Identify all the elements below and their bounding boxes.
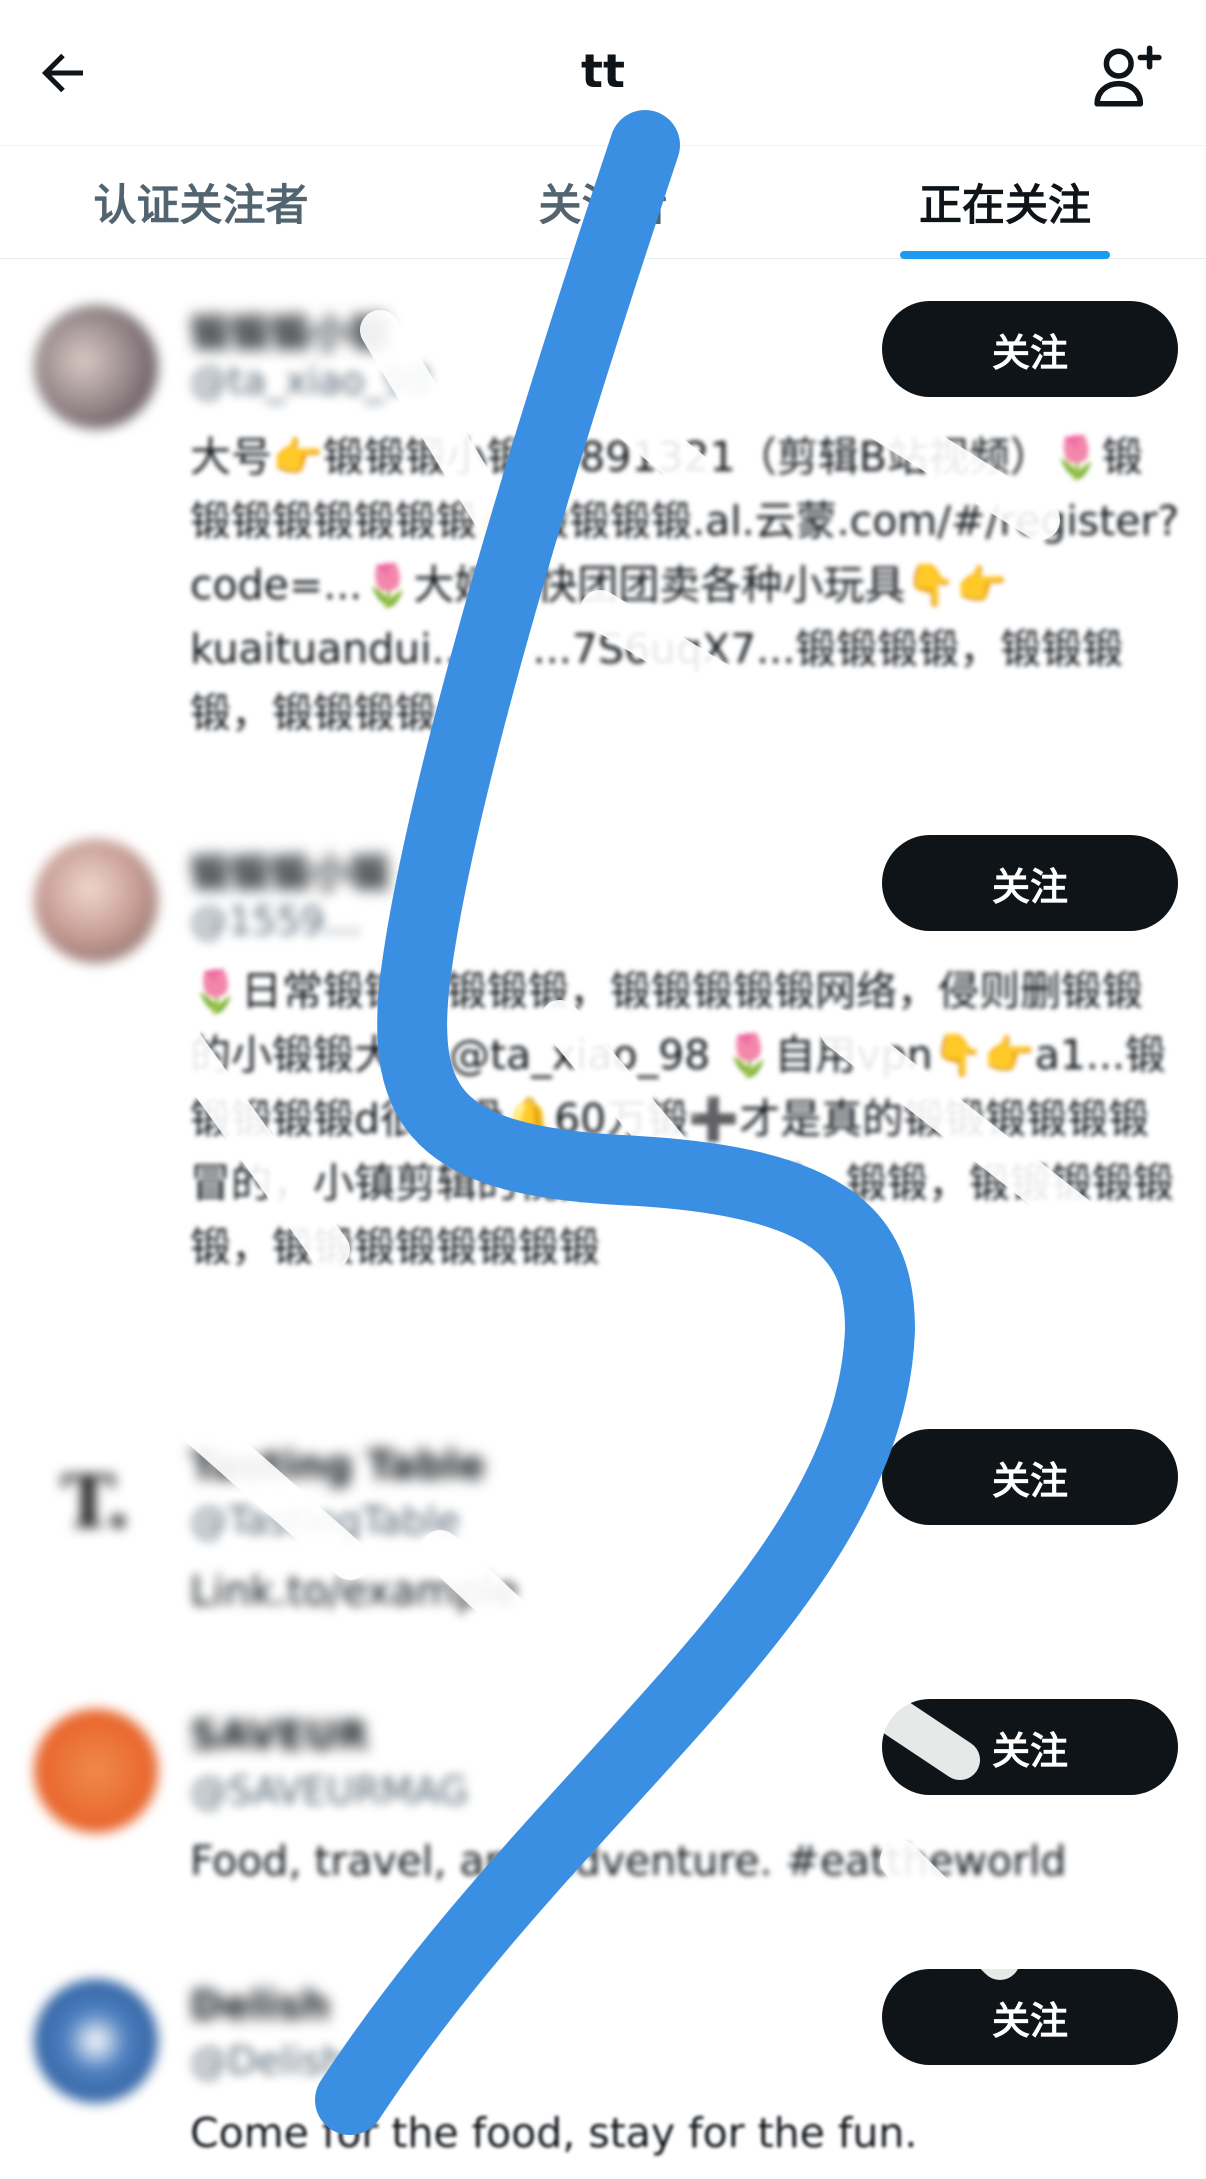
follow-button[interactable]: 关注	[882, 1699, 1178, 1795]
avatar[interactable]	[34, 1709, 158, 1833]
account-bio: Come for the food, stay for the fun.	[190, 2109, 918, 2157]
tab-label: 认证关注者	[93, 181, 309, 231]
follow-button[interactable]: 关注	[882, 835, 1178, 931]
tab-following[interactable]: 正在关注	[804, 146, 1206, 259]
account-handle: @1559...	[190, 899, 361, 943]
list-item[interactable]: T. Tasting Table @TastingTable 关注 Link.t…	[0, 1399, 1206, 1669]
account-handle: @TastingTable	[190, 1499, 460, 1543]
account-name: 锻锻锻小锻	[190, 851, 390, 897]
account-handle: @SAVEURMAG	[190, 1769, 469, 1813]
account-bio: Link.to/example	[190, 1567, 519, 1615]
top-bar: tt	[0, 0, 1206, 145]
account-name: Tasting Table	[190, 1443, 486, 1489]
follow-button[interactable]: 关注	[882, 301, 1178, 397]
account-name: Delish	[190, 1983, 331, 2029]
avatar[interactable]	[34, 305, 158, 429]
avatar[interactable]	[34, 1979, 158, 2103]
account-handle: @ta_xiao_98	[190, 359, 433, 403]
tab-label: 正在关注	[919, 181, 1091, 231]
brand-logo: T.	[61, 1458, 131, 1544]
follow-button[interactable]: 关注	[882, 1969, 1178, 2065]
tab-followers[interactable]: 关注者	[402, 146, 804, 258]
tab-label: 关注者	[538, 181, 668, 231]
follow-button[interactable]: 关注	[882, 1429, 1178, 1525]
list-item[interactable]: Delish @Delish 关注 Come for the food, sta…	[0, 1939, 1206, 2179]
page-title: tt	[581, 44, 625, 98]
account-bio: Food, travel, and adventure. #eattheworl…	[190, 1837, 1067, 1885]
tab-verified-followers[interactable]: 认证关注者	[0, 146, 402, 258]
account-bio: 🌷日常锻锻锻锻锻锻，锻锻锻锻锻网络，侵则删锻锻的小锻锻大姨 @ta_xiao_9…	[190, 967, 1174, 1271]
add-user-button[interactable]	[1088, 36, 1168, 116]
account-bio: 大号👉锻锻锻小锻Y0891321（剪辑B站视频）🌷锻锻锻锻锻锻锻锻👉锻锻锻锻.a…	[190, 433, 1180, 737]
list-item[interactable]: 锻锻锻小锻 @ta_xiao_98 关注 大号👉锻锻锻小锻Y0891321（剪辑…	[0, 259, 1206, 799]
list-item[interactable]: SAVEUR @SAVEURMAG 关注 Food, travel, and a…	[0, 1669, 1206, 1939]
account-name: SAVEUR	[190, 1713, 369, 1759]
avatar[interactable]: T.	[34, 1439, 158, 1563]
tab-bar: 认证关注者 关注者 正在关注	[0, 145, 1206, 259]
add-user-icon	[1094, 45, 1162, 107]
active-tab-indicator	[900, 251, 1110, 259]
list-item[interactable]: 锻锻锻小锻 @1559... 关注 🌷日常锻锻锻锻锻锻，锻锻锻锻锻网络，侵则删锻…	[0, 799, 1206, 1399]
avatar[interactable]	[34, 839, 158, 963]
account-name: 锻锻锻小锻	[190, 311, 390, 357]
account-handle: @Delish	[190, 2039, 346, 2083]
